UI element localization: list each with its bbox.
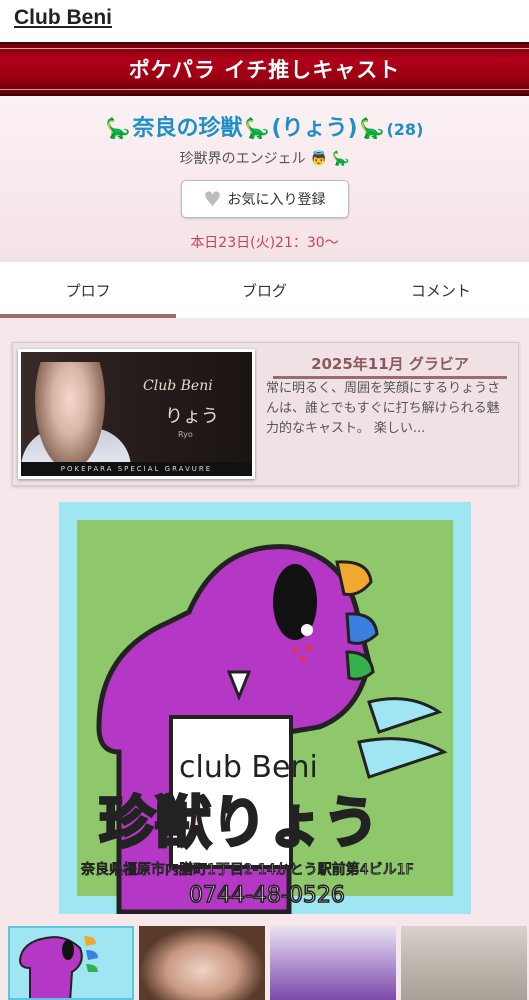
dinosaur-icon: 🦕 <box>244 116 270 140</box>
gravure-description: 常に明るく、周囲を笑顔にするりょうさんは、誰とでもすぐに打ち解けられる魅力的なキ… <box>266 381 501 436</box>
favorite-button[interactable]: ♥ お気に入り登録 <box>180 180 349 218</box>
gravure-strip: POKEPARA SPECIAL GRAVURE <box>21 462 252 476</box>
image-address-text: 奈良県橿原市内膳町1丁目2-14かとう駅前第4ビル1F <box>81 861 414 878</box>
tab-comment[interactable]: コメント <box>353 262 529 318</box>
cast-nickname: (りょう) <box>271 116 358 141</box>
favorite-label: お気に入り登録 <box>227 192 326 208</box>
photo-thumbnails <box>8 926 529 1000</box>
club-name-link[interactable]: Club Beni <box>14 6 112 29</box>
gravure-sub-text: Ryo <box>178 430 193 439</box>
gravure-club-text: Club Beni <box>143 378 213 394</box>
dinosaur-illustration: club Beni 珍獣りょう 奈良県橿原市内膳町1丁目2-14かとう駅前第4ビ… <box>59 502 471 914</box>
thumbnail-1[interactable] <box>8 926 134 1000</box>
gravure-thumbnail[interactable]: Club Beni りょう Ryo POKEPARA SPECIAL GRAVU… <box>18 349 255 479</box>
schedule-text: 本日23日(火)21：30〜 <box>190 235 339 251</box>
dinosaur-icon: 🦕 <box>331 151 350 167</box>
angel-icon: 👼 <box>310 151 328 167</box>
profile-tabs: プロフ ブログ コメント <box>0 262 529 318</box>
gravure-name-text: りょう <box>165 406 219 427</box>
main-profile-image[interactable]: club Beni 珍獣りょう 奈良県橿原市内膳町1丁目2-14かとう駅前第4ビ… <box>59 502 471 914</box>
thumbnail-3[interactable] <box>270 926 396 1000</box>
tab-profile[interactable]: プロフ <box>0 262 177 318</box>
catchphrase-text: 珍獣界のエンジェル <box>179 151 306 167</box>
top-bar: Club Beni <box>0 0 529 42</box>
profile-header: 🦕 奈良の珍獣 🦕 (りょう) 🦕 (28) 珍獣界のエンジェル 👼 🦕 ♥ お… <box>0 96 529 262</box>
gravure-photo-person <box>35 362 105 470</box>
banner-title: ポケパラ イチ推しキャスト <box>128 58 401 82</box>
dinosaur-thumb-icon <box>18 936 98 998</box>
gravure-card[interactable]: Club Beni りょう Ryo POKEPARA SPECIAL GRAVU… <box>12 342 519 486</box>
tab-blog[interactable]: ブログ <box>176 262 352 318</box>
catchphrase: 珍獣界のエンジェル 👼 🦕 <box>0 148 529 168</box>
thumbnail-2[interactable] <box>139 926 265 1000</box>
cast-age: (28) <box>386 120 424 139</box>
heart-icon: ♥ <box>203 187 222 211</box>
image-phone-text: 0744-48-0526 <box>189 883 345 908</box>
gravure-title[interactable]: 2025年11月 グラビア <box>273 353 507 379</box>
image-club-text: club Beni <box>179 750 318 785</box>
image-name-text: 珍獣りょう <box>99 791 379 856</box>
cast-name: 🦕 奈良の珍獣 🦕 (りょう) 🦕 (28) <box>0 110 529 142</box>
dinosaur-icon: 🦕 <box>105 116 131 140</box>
cast-name-text: 奈良の珍獣 <box>132 116 243 141</box>
dinosaur-icon: 🦕 <box>359 116 385 140</box>
thumbnail-4[interactable] <box>401 926 527 1000</box>
recommend-banner: ポケパラ イチ推しキャスト <box>0 42 529 96</box>
